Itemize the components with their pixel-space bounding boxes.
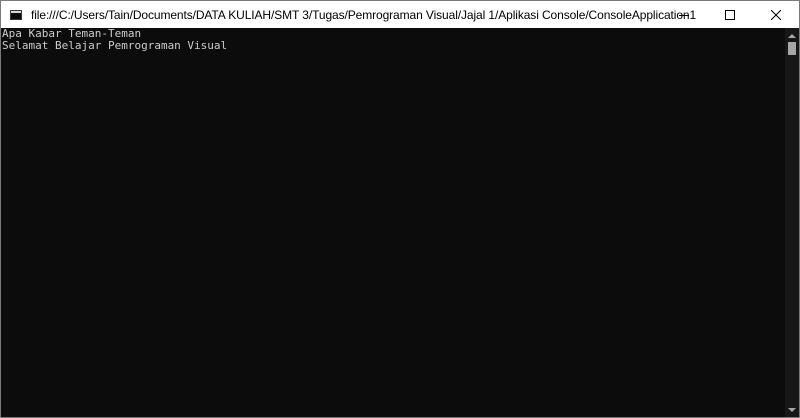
scroll-down-button[interactable]	[785, 403, 799, 417]
window-title: file:///C:/Users/Tain/Documents/DATA KUL…	[31, 7, 696, 22]
console-window: file:///C:/Users/Tain/Documents/DATA KUL…	[0, 0, 800, 418]
scroll-up-button[interactable]	[785, 28, 799, 42]
vertical-scrollbar[interactable]	[785, 28, 799, 417]
scroll-thumb[interactable]	[788, 42, 796, 55]
minimize-button[interactable]	[661, 1, 707, 28]
minimize-icon	[679, 14, 689, 16]
window-controls	[661, 1, 799, 28]
scroll-up-arrow-icon	[788, 33, 796, 38]
scroll-down-arrow-icon	[788, 407, 796, 412]
close-button[interactable]	[753, 1, 799, 28]
console-output[interactable]: Apa Kabar Teman-Teman Selamat Belajar Pe…	[1, 28, 785, 417]
title-bar[interactable]: file:///C:/Users/Tain/Documents/DATA KUL…	[1, 1, 799, 28]
console-app-icon[interactable]	[10, 9, 22, 20]
console-line: Selamat Belajar Pemrograman Visual	[2, 39, 228, 52]
maximize-button[interactable]	[707, 1, 753, 28]
maximize-icon	[725, 9, 735, 20]
close-icon	[771, 9, 781, 20]
